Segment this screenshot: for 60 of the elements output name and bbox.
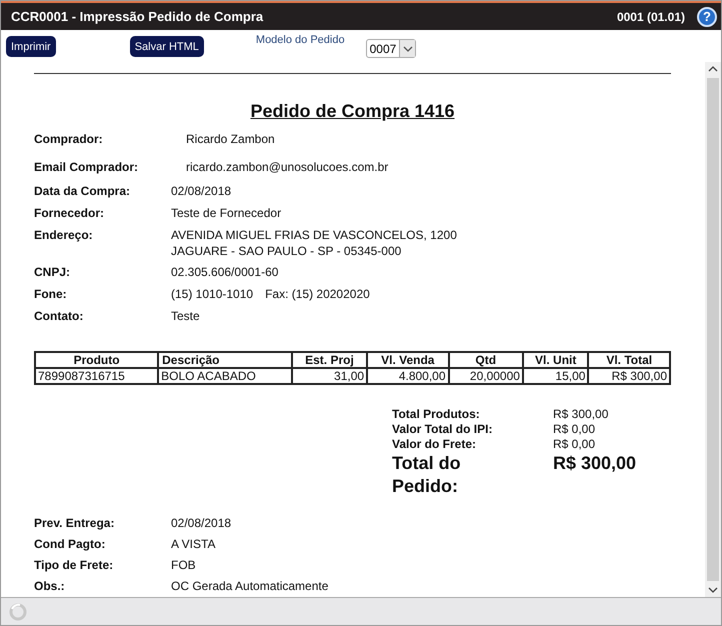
document-title: Pedido de Compra 1416 xyxy=(249,101,456,122)
column-header: Produto xyxy=(35,352,158,368)
total-label: Total do Pedido: xyxy=(392,452,462,498)
table-cell: 4.800,00 xyxy=(367,368,449,384)
help-button[interactable]: ? xyxy=(697,6,717,26)
column-header: Vl. Venda xyxy=(367,352,449,368)
total-value: R$ 0,00 xyxy=(553,437,596,452)
field-value: JAGUARE - SAO PAULO - SP - 05345-000 xyxy=(171,244,402,258)
column-header: Vl. Unit xyxy=(522,352,588,368)
field-label: Obs.: xyxy=(34,579,66,595)
column-header: Vl. Total xyxy=(588,352,670,368)
field-label: Tipo de Frete: xyxy=(34,558,114,574)
field-value: Fax: (15) 20202020 xyxy=(265,287,370,303)
total-value: R$ 300,00 xyxy=(553,452,638,475)
field-label: Comprador: xyxy=(34,132,104,148)
field-value: 02/08/2018 xyxy=(171,516,232,532)
table-cell: 15,00 xyxy=(522,368,588,384)
field-value: FOB xyxy=(171,558,196,574)
field-value: 02/08/2018 xyxy=(171,184,232,200)
column-header: Descrição xyxy=(158,352,292,368)
scrollbar[interactable] xyxy=(705,62,721,597)
field-label: Fone: xyxy=(34,287,68,303)
window-title: CCR0001 - Impressão Pedido de Compra xyxy=(11,9,264,24)
table-cell: 20,00000 xyxy=(448,368,523,384)
print-button[interactable]: Imprimir xyxy=(6,36,56,57)
model-select[interactable]: 0007 xyxy=(366,39,416,58)
field-label: Contato: xyxy=(34,309,84,325)
field-label: Prev. Entrega: xyxy=(34,516,116,532)
model-label: Modelo do Pedido xyxy=(256,34,345,46)
field-value: A VISTA xyxy=(171,537,216,553)
scroll-thumb[interactable] xyxy=(707,78,719,581)
table-cell: BOLO ACABADO xyxy=(158,368,292,384)
table-cell: 31,00 xyxy=(292,368,368,384)
field-value: Ricardo Zambon xyxy=(186,132,275,148)
field-label: Endereço: xyxy=(34,228,94,244)
field-value: ricardo.zambon@unosolucoes.com.br xyxy=(186,160,388,176)
table-cell: 7899087316715 xyxy=(35,368,158,384)
field-label: Fornecedor: xyxy=(34,206,106,222)
field-label: Data da Compra: xyxy=(34,184,132,200)
field-value: 02.305.606/0001-60 xyxy=(171,265,278,281)
total-value: R$ 300,00 xyxy=(553,407,610,422)
field-value: Teste xyxy=(171,309,200,325)
field-value: (15) 1010-1010 xyxy=(171,287,254,303)
field-label: Email Comprador: xyxy=(34,160,140,176)
field-label: Cond Pagto: xyxy=(34,537,106,553)
table-cell: R$ 300,00 xyxy=(588,368,670,384)
column-header: Qtd xyxy=(448,352,523,368)
total-label: Total Produtos: xyxy=(392,407,481,422)
total-label: Valor do Frete: xyxy=(392,437,478,452)
field-value: OC Gerada Automaticamente xyxy=(171,579,328,595)
field-value: Teste de Fornecedor xyxy=(171,206,282,222)
spinner-icon xyxy=(9,602,27,620)
field-label: CNPJ: xyxy=(34,265,72,281)
chevron-down-icon xyxy=(402,46,413,52)
field-value: AVENIDA MIGUEL FRIAS DE VASCONCELOS, 1200 xyxy=(171,228,457,242)
total-value: R$ 0,00 xyxy=(553,422,596,437)
column-header: Est. Proj xyxy=(292,352,368,368)
save-html-button[interactable]: Salvar HTML xyxy=(130,36,204,57)
total-label: Valor Total do IPI: xyxy=(392,422,494,437)
version-label: 0001 (01.01) xyxy=(616,10,685,24)
